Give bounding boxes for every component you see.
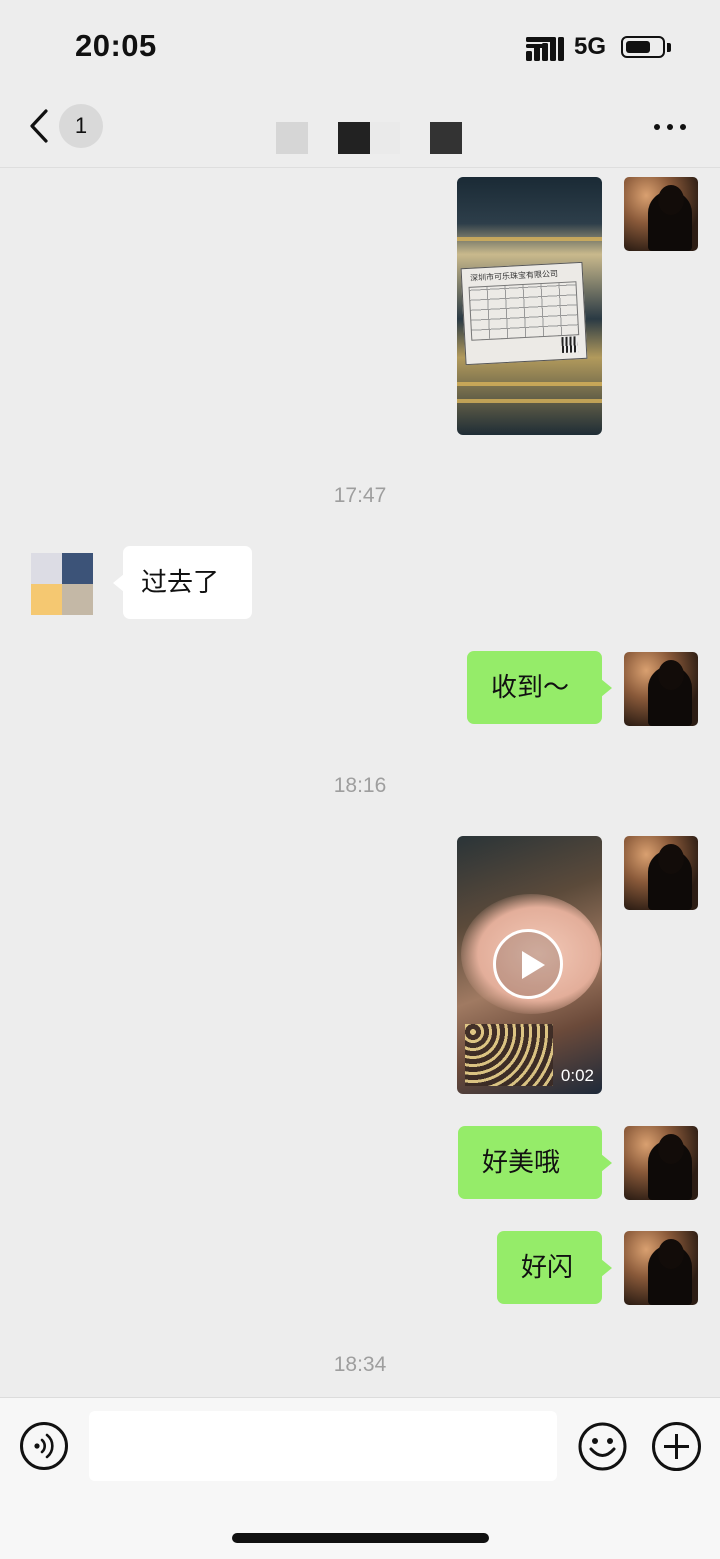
play-icon[interactable] bbox=[493, 929, 563, 999]
chat-header: 1 bbox=[0, 92, 720, 168]
timestamp: 18:16 bbox=[333, 774, 387, 797]
video-message[interactable]: 0:02 bbox=[457, 836, 602, 1094]
battery-cap bbox=[667, 43, 671, 52]
signal-icon bbox=[526, 37, 564, 61]
status-time: 20:05 bbox=[75, 28, 157, 63]
receipt-header: 深圳市可乐珠宝有限公司 bbox=[469, 269, 559, 283]
receipt-photo: 深圳市可乐珠宝有限公司 bbox=[460, 261, 588, 366]
image-message[interactable]: 深圳市可乐珠宝有限公司 bbox=[457, 177, 602, 435]
my-avatar[interactable] bbox=[624, 836, 698, 910]
chevron-left-icon[interactable] bbox=[26, 108, 54, 144]
plus-icon[interactable] bbox=[652, 1422, 701, 1471]
emoji-icon[interactable] bbox=[578, 1422, 627, 1471]
message-bubble-incoming[interactable]: 过去了 bbox=[113, 546, 252, 619]
my-avatar[interactable] bbox=[624, 177, 698, 251]
message-bubble-outgoing[interactable]: 收到～ bbox=[467, 651, 612, 724]
unread-count-badge[interactable]: 1 bbox=[59, 104, 103, 148]
my-avatar[interactable] bbox=[624, 1231, 698, 1305]
message-input[interactable] bbox=[89, 1411, 557, 1481]
timestamp: 18:34 bbox=[333, 1353, 387, 1376]
chat-title-redacted bbox=[276, 122, 466, 154]
video-duration: 0:02 bbox=[560, 1066, 594, 1085]
network-type: 5G bbox=[574, 33, 607, 60]
voice-icon[interactable] bbox=[20, 1422, 68, 1470]
status-bar: 20:05 5G bbox=[0, 0, 720, 92]
message-bubble-outgoing[interactable]: 好闪 bbox=[497, 1231, 612, 1304]
more-icon[interactable] bbox=[650, 110, 690, 142]
battery-icon bbox=[621, 36, 665, 58]
contact-avatar[interactable] bbox=[31, 553, 93, 615]
message-bubble-outgoing[interactable]: 好美哦 bbox=[458, 1126, 612, 1199]
timestamp: 17:47 bbox=[333, 484, 387, 507]
my-avatar[interactable] bbox=[624, 1126, 698, 1200]
my-avatar[interactable] bbox=[624, 652, 698, 726]
home-indicator bbox=[232, 1533, 489, 1543]
qr-code-icon bbox=[561, 336, 579, 354]
